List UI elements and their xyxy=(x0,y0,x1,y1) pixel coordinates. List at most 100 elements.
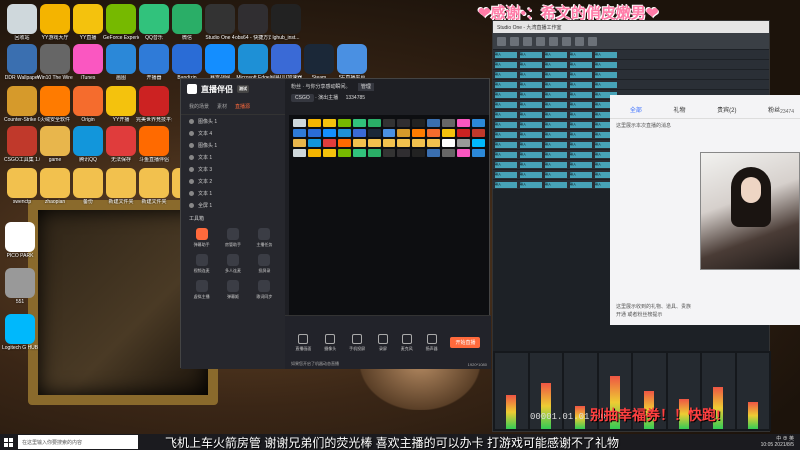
desktop-icon[interactable]: CSGO工具集 1.0.1 (2) xyxy=(4,126,40,168)
desktop-icon[interactable]: iTunes xyxy=(70,44,106,86)
game-tag[interactable]: CSGO xyxy=(291,94,314,102)
track-event[interactable]: 输入 xyxy=(570,151,592,158)
desktop-icon[interactable]: 备份 xyxy=(70,168,106,210)
desktop-icon[interactable]: Origin xyxy=(70,86,106,128)
desktop-icon[interactable]: game xyxy=(37,126,73,168)
track-event[interactable]: 输入 xyxy=(520,81,542,88)
mute-tool-icon[interactable] xyxy=(562,36,571,46)
track-event[interactable]: 输入 xyxy=(495,91,517,98)
track-event[interactable]: 输入 xyxy=(595,81,617,88)
live-tool-window[interactable]: 直播伴侣 测试 我的场景 素材 直播源 图像头 1 文本 4 图像头 1 文本 1 文本… xyxy=(180,78,491,369)
toolbox-item[interactable]: 虚拟主播 xyxy=(187,280,216,300)
range-tool-icon[interactable] xyxy=(510,36,519,46)
desktop-icon[interactable]: YY直播 xyxy=(70,4,106,46)
desktop-icon[interactable]: 无法保存 xyxy=(103,126,139,168)
track-event[interactable]: 输入 xyxy=(545,81,567,88)
track-event[interactable]: 输入 xyxy=(520,91,542,98)
tab-fans[interactable]: 粉丝 xyxy=(768,105,780,114)
tab-all[interactable]: 全部 xyxy=(630,105,642,114)
scene-item[interactable]: 文本 2 xyxy=(181,175,285,187)
microphone-button[interactable]: 麦克风 xyxy=(401,333,413,352)
start-button[interactable] xyxy=(0,434,16,450)
track-event[interactable]: 输入 xyxy=(545,181,567,188)
track-event[interactable]: 输入 xyxy=(595,71,617,78)
tab-gifts[interactable]: 礼物 xyxy=(673,105,685,114)
desktop-icon[interactable]: Counter-Strike Global Off xyxy=(4,86,40,128)
record-button[interactable]: 录屏 xyxy=(377,333,388,352)
eye-icon[interactable] xyxy=(189,154,194,160)
desktop-icon[interactable]: Win10 The Wire Sound xyxy=(37,44,73,86)
desktop-icon[interactable]: 腾讯QQ xyxy=(70,126,106,168)
eye-icon[interactable] xyxy=(189,118,194,124)
track-event[interactable]: 输入 xyxy=(495,161,517,168)
desktop-icon[interactable]: 开播器 xyxy=(136,44,172,86)
track-event[interactable]: 输入 xyxy=(495,181,517,188)
paint-tool-icon[interactable] xyxy=(549,36,558,46)
toolbox-item[interactable]: 视频连麦 xyxy=(187,254,216,274)
track-event[interactable]: 输入 xyxy=(570,71,592,78)
track-event[interactable]: 输入 xyxy=(495,141,517,148)
eye-icon[interactable] xyxy=(189,178,194,184)
scene-item[interactable]: 文本 3 xyxy=(181,163,285,175)
track-event[interactable]: 输入 xyxy=(570,131,592,138)
desktop-icon[interactable]: 画图 xyxy=(103,44,139,86)
track-event[interactable]: 输入 xyxy=(570,141,592,148)
eye-icon[interactable] xyxy=(189,202,194,208)
track-row[interactable]: 输入 输入 输入 输入 输入 xyxy=(493,70,769,79)
eraser-tool-icon[interactable] xyxy=(536,36,545,46)
start-live-button[interactable]: 开始直播 xyxy=(450,337,481,348)
tab-my-scenes[interactable]: 我的场景 xyxy=(189,103,209,110)
track-event[interactable]: 输入 xyxy=(520,61,542,68)
eye-icon[interactable] xyxy=(189,142,194,148)
track-event[interactable]: 输入 xyxy=(570,91,592,98)
desktop-icon[interactable]: 551 xyxy=(2,268,38,310)
desktop-icon[interactable]: GeForce Experience xyxy=(103,4,139,46)
bend-tool-icon[interactable] xyxy=(575,36,584,46)
eye-icon[interactable] xyxy=(189,130,194,136)
desktop-icon[interactable]: 新建文件夹 xyxy=(103,168,139,210)
track-event[interactable]: 输入 xyxy=(520,171,542,178)
track-event[interactable]: 输入 xyxy=(520,151,542,158)
desktop-icon[interactable]: YY开播 xyxy=(103,86,139,128)
track-row[interactable]: 输入 输入 输入 输入 输入 xyxy=(493,50,769,59)
track-event[interactable]: 输入 xyxy=(570,111,592,118)
scene-item[interactable]: 全屏 1 xyxy=(181,199,285,211)
scene-item[interactable]: 图像头 1 xyxy=(181,139,285,151)
track-event[interactable]: 输入 xyxy=(545,71,567,78)
desktop-icon[interactable]: QQ音乐 xyxy=(136,4,172,46)
desktop-icon[interactable]: lghub_inst... xyxy=(268,4,304,46)
track-event[interactable]: 输入 xyxy=(520,161,542,168)
track-event[interactable]: 输入 xyxy=(495,151,517,158)
desktop-icon[interactable]: 完美世界竞技平台 xyxy=(136,86,172,128)
track-event[interactable]: 输入 xyxy=(570,51,592,58)
split-tool-icon[interactable] xyxy=(523,36,532,46)
arrow-tool-icon[interactable] xyxy=(497,36,506,46)
scene-item[interactable]: 文本 1 xyxy=(181,187,285,199)
track-event[interactable]: 输入 xyxy=(495,51,517,58)
desktop-icon[interactable]: YY游戏大厅 xyxy=(37,4,73,46)
desktop-icon[interactable]: 斗鱼直播伴侣 xyxy=(136,126,172,168)
track-event[interactable]: 输入 xyxy=(520,71,542,78)
desktop-icon[interactable]: Studio One 4 xyxy=(202,4,238,46)
track-event[interactable]: 输入 xyxy=(570,61,592,68)
track-event[interactable]: 输入 xyxy=(545,121,567,128)
manage-button[interactable]: 管理 xyxy=(357,83,374,91)
desktop-icon[interactable]: 回收站 xyxy=(4,4,40,46)
track-event[interactable]: 输入 xyxy=(570,181,592,188)
track-event[interactable]: 输入 xyxy=(520,131,542,138)
track-event[interactable]: 输入 xyxy=(545,151,567,158)
system-tray[interactable]: 中 ⊕ 英 10:05 2021/8/5 xyxy=(761,436,800,448)
speaker-button[interactable]: 扬声器 xyxy=(426,333,438,352)
desktop-icon[interactable]: DDR Wallpaper xyxy=(4,44,40,86)
track-event[interactable]: 输入 xyxy=(495,111,517,118)
track-event[interactable]: 输入 xyxy=(545,101,567,108)
track-event[interactable]: 输入 xyxy=(545,91,567,98)
track-event[interactable]: 输入 xyxy=(545,51,567,58)
eye-icon[interactable] xyxy=(189,190,194,196)
track-event[interactable]: 输入 xyxy=(520,141,542,148)
scene-item[interactable]: 文本 4 xyxy=(181,127,285,139)
track-event[interactable]: 输入 xyxy=(520,181,542,188)
toolbox-item[interactable]: 多人连麦 xyxy=(218,254,247,274)
track-event[interactable]: 输入 xyxy=(520,101,542,108)
camera-button[interactable]: 摄像头 xyxy=(324,333,336,352)
